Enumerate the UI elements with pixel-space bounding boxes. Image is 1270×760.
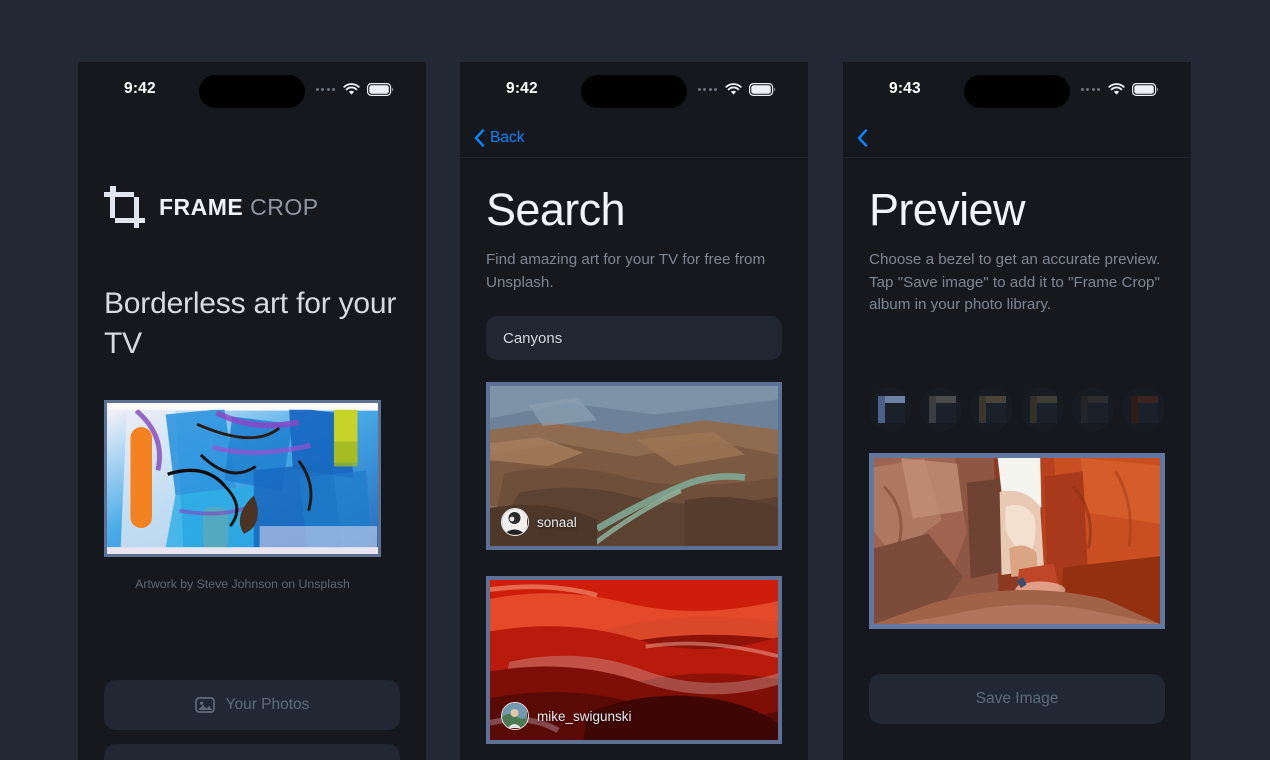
dynamic-island — [199, 75, 305, 108]
search-results-list: sonaal mike_swigunski — [486, 382, 782, 760]
nav-bar-search: Back — [460, 118, 808, 158]
hero-artwork-frame — [104, 399, 381, 557]
battery-full-icon — [749, 83, 776, 96]
cellular-dots-icon — [1080, 88, 1100, 91]
chevron-left-icon — [474, 129, 485, 147]
bezel-selector — [869, 386, 1166, 431]
brand-word-crop: CROP — [250, 193, 319, 220]
page-title: Search — [486, 184, 626, 235]
bezel-corner-icon — [1080, 395, 1108, 423]
result-card[interactable]: mike_swigunski — [486, 576, 782, 745]
search-content: Search Find amazing art for your TV for … — [460, 186, 808, 760]
page-title: Preview — [869, 184, 1025, 235]
status-bar: 9:42 — [460, 62, 808, 118]
result-card[interactable]: sonaal — [486, 382, 782, 551]
preview-image-slot-canyon — [874, 457, 1160, 624]
wifi-icon — [1108, 83, 1125, 95]
hero-artwork-image — [107, 402, 378, 554]
status-bar: 9:43 — [843, 62, 1191, 118]
search-input[interactable]: Canyons — [486, 316, 782, 361]
result-attribution[interactable]: mike_swigunski — [501, 702, 632, 731]
avatar — [501, 702, 529, 731]
status-bar: 9:42 — [78, 62, 426, 118]
your-photos-button[interactable]: Your Photos — [104, 680, 400, 730]
welcome-actions: Your Photos Photos by Unsplash — [104, 680, 400, 760]
phone-screen-preview: 9:43 Preview Choose a bezel to get an ac… — [843, 62, 1191, 760]
nav-bar-preview — [843, 118, 1191, 158]
bezel-swatch-3[interactable] — [970, 386, 1014, 431]
save-image-button[interactable]: Save Image — [869, 673, 1165, 724]
page-subtitle: Find amazing art for your TV for free fr… — [486, 251, 766, 291]
brand-word-frame: FRAME — [159, 193, 244, 220]
welcome-headline: Borderless art for your TV — [104, 287, 397, 360]
bezel-swatch-4[interactable] — [1021, 386, 1064, 431]
photos-by-unsplash-button[interactable]: Photos by Unsplash — [104, 744, 400, 760]
back-button[interactable]: Back — [474, 129, 524, 147]
save-image-label: Save Image — [975, 689, 1059, 707]
status-time: 9:43 — [889, 80, 921, 97]
brand-logo: FRAME CROP — [104, 186, 400, 228]
cellular-dots-icon — [697, 88, 717, 91]
phone-screen-search: 9:42 Back Search Find amazing art for yo… — [460, 62, 808, 760]
bezel-corner-icon — [878, 395, 905, 423]
status-indicators — [1080, 83, 1160, 96]
welcome-content: FRAME CROP Borderless art for your TV Ar… — [78, 186, 426, 760]
result-attribution[interactable]: sonaal — [501, 508, 577, 537]
bezel-corner-icon — [979, 395, 1007, 423]
page-subtitle: Choose a bezel to get an accurate previe… — [869, 251, 1161, 314]
preview-image-frame — [869, 452, 1165, 629]
battery-full-icon — [367, 83, 394, 96]
search-input-value: Canyons — [503, 329, 563, 347]
photo-library-icon — [194, 697, 215, 713]
bezel-corner-icon — [1131, 395, 1159, 423]
avatar — [501, 508, 529, 537]
bezel-swatch-2[interactable] — [919, 386, 963, 431]
bezel-swatch-5[interactable] — [1071, 386, 1115, 431]
status-time: 9:42 — [506, 80, 538, 97]
dynamic-island — [964, 75, 1070, 108]
crop-tool-icon — [104, 186, 145, 228]
nav-bar-welcome — [78, 118, 426, 158]
screens-stage: 9:42 FRAME CROP Borderless art for your … — [0, 0, 1270, 760]
bezel-corner-icon — [1030, 395, 1058, 423]
status-indicators — [315, 83, 395, 96]
back-button-label: Back — [490, 129, 525, 146]
cellular-dots-icon — [315, 88, 335, 91]
hero-caption: Artwork by Steve Johnson on Unsplash — [135, 576, 350, 591]
result-author-name: mike_swigunski — [537, 708, 632, 724]
preview-content: Preview Choose a bezel to get an accurat… — [843, 186, 1191, 724]
bezel-corner-icon — [928, 395, 956, 423]
wifi-icon — [725, 83, 742, 95]
wifi-icon — [343, 83, 360, 95]
brand-wordmark: FRAME CROP — [159, 194, 319, 221]
status-time: 9:42 — [124, 80, 156, 97]
result-author-name: sonaal — [537, 514, 577, 530]
chevron-left-icon — [857, 129, 868, 147]
phone-screen-welcome: 9:42 FRAME CROP Borderless art for your … — [78, 62, 426, 760]
battery-full-icon — [1132, 83, 1159, 96]
back-button[interactable] — [857, 129, 873, 147]
bezel-swatch-1[interactable] — [869, 386, 912, 431]
your-photos-label: Your Photos — [225, 696, 310, 713]
status-indicators — [697, 83, 777, 96]
dynamic-island — [581, 75, 687, 108]
bezel-swatch-6[interactable] — [1122, 386, 1166, 431]
